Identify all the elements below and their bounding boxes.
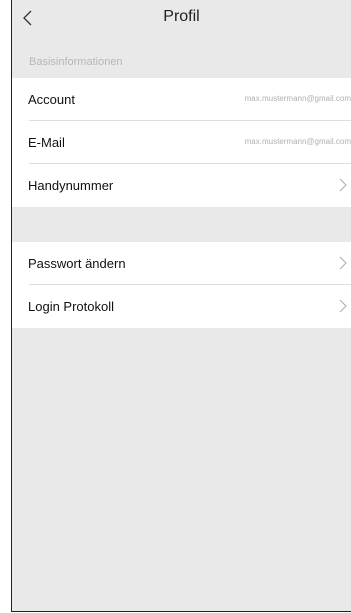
- page-title: Profil: [163, 8, 200, 25]
- change-password-label: Passwort ändern: [28, 256, 126, 271]
- section-label-basic-info: Basisinformationen: [29, 56, 123, 68]
- account-value: max.mustermann@gmail.com: [244, 94, 351, 103]
- chevron-right-icon: [339, 256, 347, 270]
- login-log-row[interactable]: Login Protokoll: [12, 285, 351, 328]
- basic-info-group: Account max.mustermann@gmail.com E-Mail …: [12, 78, 351, 207]
- top-bar: Profil: [12, 0, 351, 36]
- login-log-label: Login Protokoll: [28, 299, 114, 314]
- chevron-right-icon: [339, 299, 347, 313]
- email-value: max.mustermann@gmail.com: [244, 137, 351, 146]
- phone-label: Handynummer: [28, 178, 114, 193]
- email-row: E-Mail max.mustermann@gmail.com: [12, 121, 351, 164]
- change-password-row[interactable]: Passwort ändern: [12, 242, 351, 285]
- account-row: Account max.mustermann@gmail.com: [12, 78, 351, 121]
- security-group: Passwort ändern Login Protokoll: [12, 242, 351, 328]
- profile-screen: Profil Basisinformationen Account max.mu…: [11, 0, 351, 612]
- account-label: Account: [28, 92, 75, 107]
- chevron-right-icon: [339, 178, 347, 192]
- phone-row[interactable]: Handynummer: [12, 164, 351, 207]
- email-label: E-Mail: [28, 135, 65, 150]
